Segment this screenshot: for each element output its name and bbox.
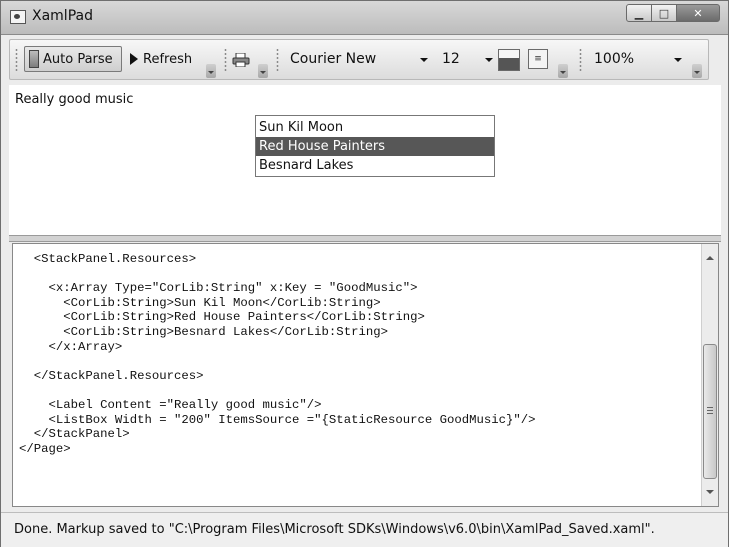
- pane-splitter[interactable]: [9, 235, 721, 242]
- window-title: XamlPad: [32, 8, 93, 24]
- toolbar-grip[interactable]: [276, 48, 279, 72]
- font-family-value: Courier New: [290, 51, 377, 67]
- refresh-button[interactable]: Refresh: [126, 46, 202, 72]
- word-wrap-icon[interactable]: ≡: [528, 49, 548, 69]
- xaml-editor[interactable]: <StackPanel.Resources> <x:Array Type="Co…: [12, 243, 719, 507]
- music-listbox[interactable]: Sun Kil Moon Red House Painters Besnard …: [255, 115, 495, 177]
- auto-parse-button[interactable]: Auto Parse: [24, 46, 122, 72]
- status-bar: Done. Markup saved to "C:\Program Files\…: [1, 512, 728, 547]
- preview-label: Really good music: [15, 92, 134, 107]
- xaml-code[interactable]: <StackPanel.Resources> <x:Array Type="Co…: [19, 252, 536, 456]
- zoom-value: 100%: [594, 51, 635, 67]
- scroll-thumb[interactable]: [703, 344, 717, 479]
- toolbar-overflow-button[interactable]: [258, 64, 268, 78]
- auto-parse-icon: [29, 50, 39, 68]
- editor-scrollbar[interactable]: [701, 244, 718, 506]
- minimize-button[interactable]: ▁: [626, 4, 652, 22]
- chevron-down-icon: [485, 58, 493, 62]
- maximize-button[interactable]: □: [651, 4, 677, 22]
- xamlpad-window: XamlPad ▁ □ ✕ Auto Parse Refresh Courier…: [0, 0, 729, 547]
- chevron-down-icon: [420, 58, 428, 62]
- toolbar: Auto Parse Refresh Courier New 12 ≡ 100%: [9, 39, 709, 80]
- list-item[interactable]: Sun Kil Moon: [256, 118, 494, 137]
- chevron-down-icon: [674, 58, 682, 62]
- maximize-icon: □: [658, 6, 670, 20]
- play-arrow-icon: [130, 53, 138, 65]
- scroll-up-icon[interactable]: [706, 256, 714, 260]
- list-item-selected[interactable]: Red House Painters: [256, 137, 494, 156]
- toolbar-grip[interactable]: [15, 48, 18, 72]
- window-controls: ▁ □ ✕: [626, 4, 720, 24]
- close-button[interactable]: ✕: [676, 4, 720, 22]
- toolbar-overflow-button[interactable]: [558, 64, 568, 78]
- auto-parse-label: Auto Parse: [43, 51, 113, 67]
- toolbar-grip[interactable]: [579, 48, 582, 72]
- title-bar: XamlPad ▁ □ ✕: [1, 1, 728, 35]
- toolbar-overflow-button[interactable]: [206, 64, 216, 78]
- status-text: Done. Markup saved to "C:\Program Files\…: [14, 522, 655, 537]
- scroll-down-icon[interactable]: [706, 490, 714, 494]
- minimize-icon: ▁: [634, 6, 644, 20]
- close-icon: ✕: [693, 6, 703, 20]
- print-icon[interactable]: [232, 53, 250, 67]
- xamlpad-app-icon[interactable]: [10, 10, 26, 24]
- preview-pane: Really good music Sun Kil Moon Red House…: [9, 85, 721, 235]
- list-item[interactable]: Besnard Lakes: [256, 156, 494, 175]
- toolbar-grip[interactable]: [224, 48, 227, 72]
- refresh-label: Refresh: [143, 51, 193, 67]
- font-size-value: 12: [442, 51, 460, 67]
- color-picker-icon[interactable]: [498, 49, 520, 71]
- toolbar-overflow-button[interactable]: [692, 64, 702, 78]
